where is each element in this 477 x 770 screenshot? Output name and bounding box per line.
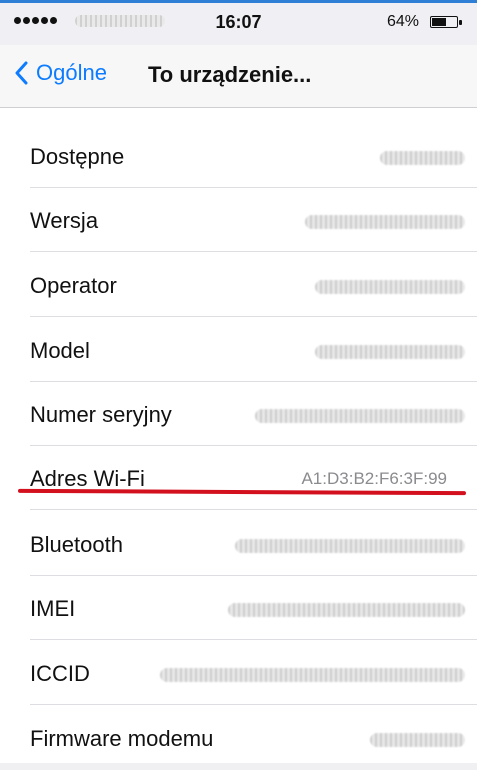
row-label: Firmware modemu xyxy=(30,726,214,751)
info-list: Dostępne Wersja Operator Model Numer ser… xyxy=(0,108,477,763)
list-item-bluetooth: Bluetooth xyxy=(0,512,477,576)
battery-percentage: 64% xyxy=(386,13,419,30)
redacted-value xyxy=(255,409,465,423)
row-label: Numer seryjny xyxy=(30,402,172,427)
row-label: Operator xyxy=(30,273,117,298)
redacted-value xyxy=(370,733,465,747)
redacted-value xyxy=(380,151,465,165)
back-button[interactable]: Ogólne xyxy=(14,60,107,86)
row-label: Dostępne xyxy=(30,144,125,169)
list-item-operator: Operator xyxy=(0,253,477,317)
page-title: To urządzenie... xyxy=(148,62,312,87)
redacted-value xyxy=(228,603,465,617)
redacted-value xyxy=(160,668,465,682)
list-item-model: Model xyxy=(0,318,477,382)
chevron-left-icon xyxy=(15,61,28,85)
status-bar: 16:07 64% xyxy=(0,3,477,45)
list-item-imei: IMEI xyxy=(0,576,477,640)
list-item-adres-wifi: Adres Wi-Fi A1:D3:B2:F6:3F:99 xyxy=(0,446,477,510)
row-label: Bluetooth xyxy=(30,532,123,557)
list-item-firmware-modemu: Firmware modemu xyxy=(0,706,477,770)
list-item-numer-seryjny: Numer seryjny xyxy=(0,382,477,446)
redacted-value xyxy=(315,280,465,294)
redacted-value xyxy=(305,215,465,229)
back-button-label: Ogólne xyxy=(36,60,107,85)
row-label: ICCID xyxy=(30,661,90,686)
navigation-bar: Ogólne To urządzenie... xyxy=(0,45,477,108)
row-label: Wersja xyxy=(30,208,99,233)
list-item-iccid: ICCID xyxy=(0,641,477,705)
list-item-dostepne: Dostępne xyxy=(0,124,477,188)
list-item-wersja: Wersja xyxy=(0,188,477,252)
wifi-address-value: A1:D3:B2:F6:3F:99 xyxy=(301,469,447,488)
row-label: Model xyxy=(30,338,90,363)
battery-icon xyxy=(430,16,462,28)
row-label: IMEI xyxy=(30,596,76,621)
redacted-value xyxy=(315,345,465,359)
phone-screen: 16:07 64% Ogólne To urządzenie... Dostęp… xyxy=(0,0,477,763)
redacted-value xyxy=(235,539,465,553)
